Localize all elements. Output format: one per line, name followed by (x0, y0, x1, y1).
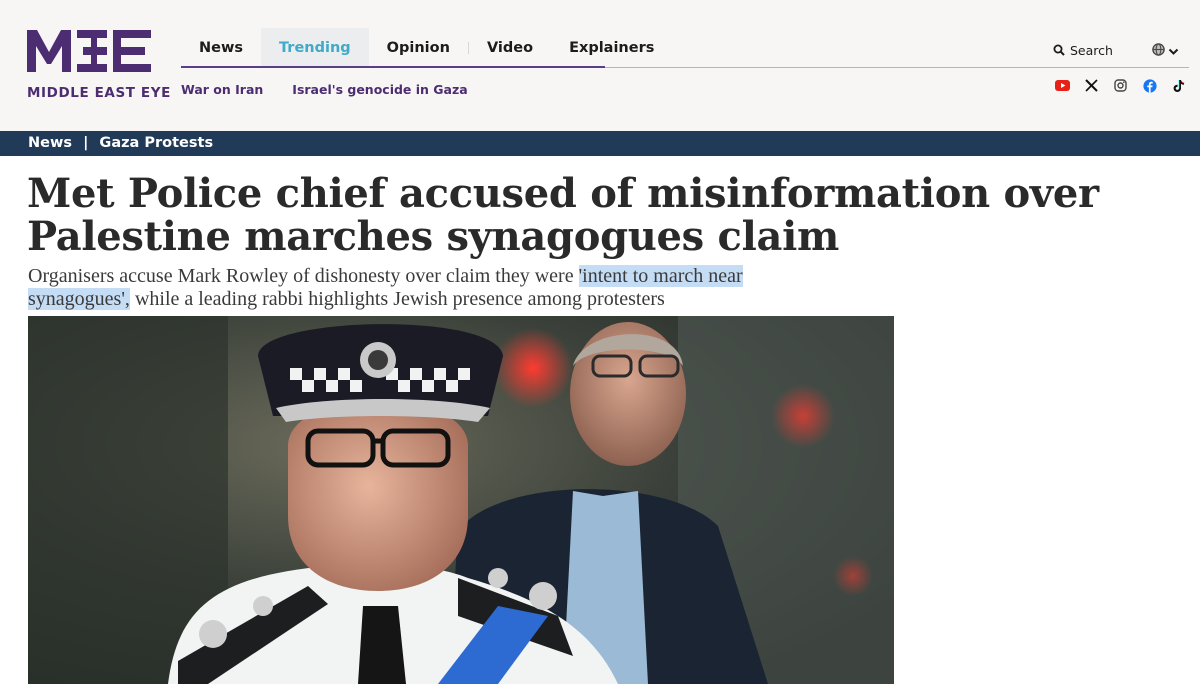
nav-news[interactable]: News (181, 28, 261, 68)
nav-video[interactable]: Video (469, 28, 551, 68)
search-button[interactable]: Search (1053, 41, 1113, 60)
tiktok-icon[interactable] (1170, 77, 1187, 94)
nav-explainers[interactable]: Explainers (551, 28, 672, 68)
subnav-gaza[interactable]: Israel's genocide in Gaza (292, 82, 467, 97)
nav-trending[interactable]: Trending (261, 28, 369, 68)
language-selector[interactable] (1152, 41, 1179, 60)
mee-logo[interactable]: MIDDLE EAST EYE (27, 28, 170, 103)
facebook-icon[interactable] (1141, 77, 1158, 94)
breadcrumb-section[interactable]: News (28, 135, 72, 151)
globe-icon (1152, 41, 1165, 60)
chevron-down-icon (1168, 41, 1179, 60)
standfirst-text: Organisers accuse Mark Rowley of dishone… (28, 265, 579, 287)
hero-image[interactable] (28, 316, 894, 684)
secondary-nav: War on Iran Israel's genocide in Gaza (181, 82, 468, 97)
search-label: Search (1070, 43, 1113, 58)
search-icon (1053, 41, 1065, 60)
hero-photo-illustration (28, 316, 894, 684)
social-links (1054, 77, 1187, 94)
breadcrumb-topic[interactable]: Gaza Protests (99, 135, 213, 151)
standfirst-text-end: while a leading rabbi highlights Jewish … (129, 288, 665, 310)
site-header: MIDDLE EAST EYE News Trending Opinion Vi… (0, 0, 1200, 131)
instagram-icon[interactable] (1112, 77, 1129, 94)
subnav-war-on-iran[interactable]: War on Iran (181, 82, 263, 97)
logo-text: MIDDLE EAST EYE (27, 85, 171, 101)
mee-logo-mark (27, 30, 151, 72)
breadcrumb-separator: | (83, 135, 89, 151)
nav-opinion[interactable]: Opinion (369, 28, 468, 68)
breadcrumb: News | Gaza Protests (0, 131, 1200, 156)
article-headline: Met Police chief accused of misinformati… (27, 170, 1099, 260)
primary-nav: News Trending Opinion Video Explainers (181, 28, 672, 68)
x-icon[interactable] (1083, 77, 1100, 94)
nav-underline-accent (181, 66, 605, 68)
article-standfirst: Organisers accuse Mark Rowley of dishone… (28, 265, 798, 311)
youtube-icon[interactable] (1054, 77, 1071, 94)
